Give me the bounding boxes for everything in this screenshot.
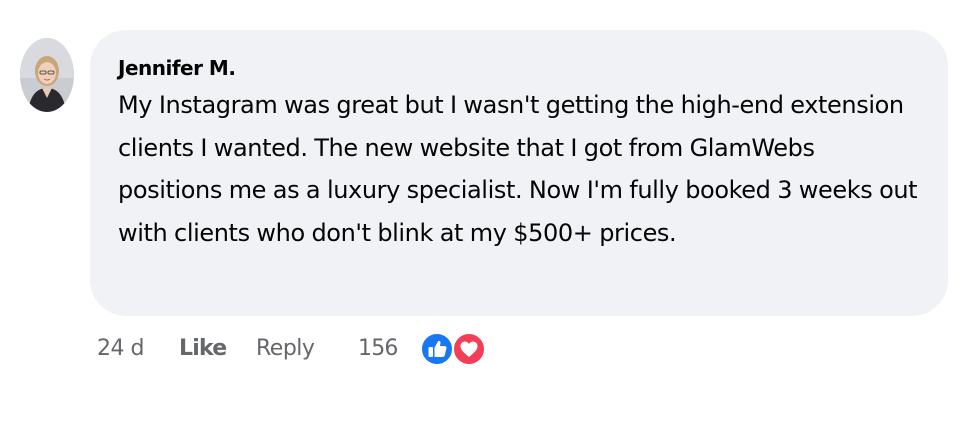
reply-button[interactable]: Reply [256, 334, 315, 364]
like-thumb-icon [420, 332, 454, 366]
comment-author[interactable]: Jennifer M. [118, 56, 236, 80]
reaction-icons[interactable] [419, 331, 489, 367]
comment-text: My Instagram was great but I wasn't gett… [118, 91, 918, 247]
like-button[interactable]: Like [179, 334, 227, 364]
profile-photo [20, 38, 74, 112]
reaction-count[interactable]: 156 [358, 334, 398, 364]
avatar[interactable] [20, 38, 74, 112]
love-heart-icon [452, 332, 486, 366]
comment-bubble: Jennifer M. My Instagram was great but I… [90, 30, 948, 316]
comment-timestamp[interactable]: 24 d [97, 334, 144, 364]
